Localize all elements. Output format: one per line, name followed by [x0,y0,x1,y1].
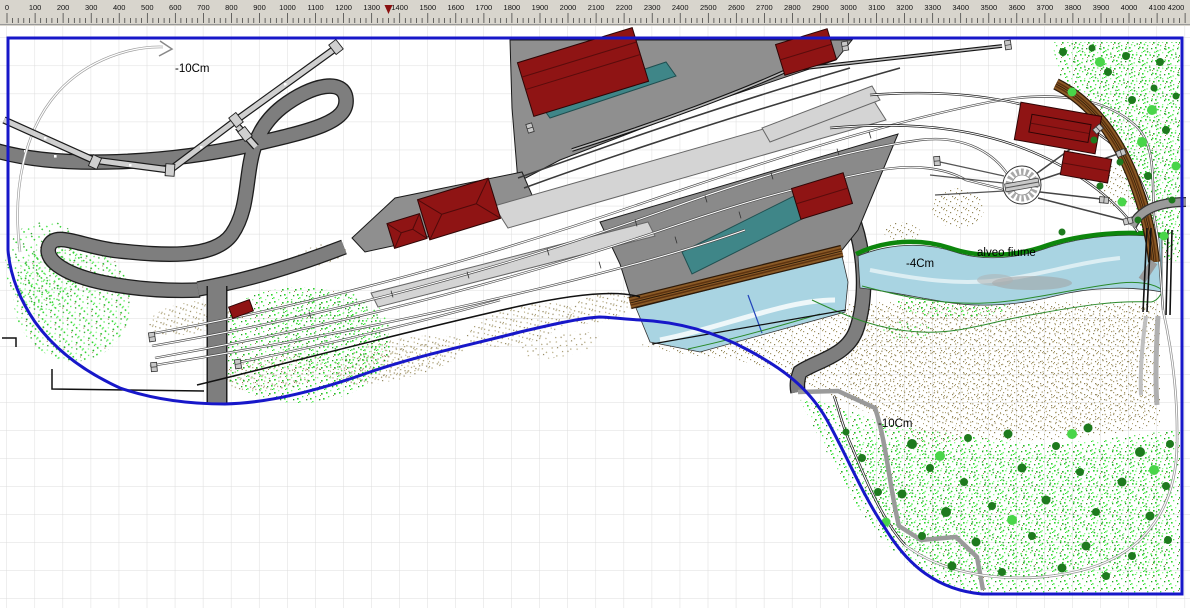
svg-text:4200: 4200 [1168,3,1185,12]
svg-text:2000: 2000 [560,3,577,12]
svg-text:500: 500 [141,3,154,12]
layout-canvas[interactable]: -10Cm -4Cm alveo fiume -10Cm 0 100 200 300 4… [0,0,1190,608]
svg-text:3900: 3900 [1093,3,1110,12]
svg-text:2500: 2500 [700,3,717,12]
svg-text:900: 900 [253,3,266,12]
svg-text:1100: 1100 [308,3,324,12]
svg-text:0: 0 [5,3,9,12]
river-name-label: alveo fiume [977,247,1036,259]
svg-text:700: 700 [197,3,210,12]
svg-text:3400: 3400 [952,3,969,12]
svg-text:2900: 2900 [812,3,829,12]
svg-text:3200: 3200 [896,3,913,12]
svg-text:800: 800 [225,3,238,12]
elevation-label-top-left: -10Cm [175,63,210,75]
svg-text:3500: 3500 [980,3,997,12]
svg-text:2400: 2400 [672,3,689,12]
svg-text:1800: 1800 [504,3,521,12]
svg-text:300: 300 [85,3,98,12]
svg-text:1900: 1900 [532,3,549,12]
svg-text:3600: 3600 [1008,3,1025,12]
svg-text:1300: 1300 [363,3,380,12]
svg-text:4000: 4000 [1121,3,1138,12]
svg-text:1200: 1200 [335,3,352,12]
svg-text:2600: 2600 [728,3,745,12]
svg-text:1400: 1400 [391,3,408,12]
svg-text:1000: 1000 [279,3,296,12]
svg-text:4100: 4100 [1149,3,1166,12]
ruler[interactable]: 0 100 200 300 400 500 600 700 800 900 1000 1100 1200… [0,0,1190,26]
river-depth-label: -4Cm [906,258,934,270]
track-plan-app: -10Cm -4Cm alveo fiume -10Cm 0 100 200 300 4… [0,0,1190,608]
svg-text:3000: 3000 [840,3,857,12]
svg-text:3300: 3300 [924,3,941,12]
svg-text:2800: 2800 [784,3,801,12]
svg-text:200: 200 [57,3,70,12]
svg-text:1700: 1700 [476,3,493,12]
svg-text:2200: 2200 [616,3,633,12]
svg-text:600: 600 [169,3,182,12]
svg-text:100: 100 [29,3,42,12]
svg-text:400: 400 [113,3,126,12]
elevation-label-bottom: -10Cm [878,418,913,430]
svg-text:2700: 2700 [756,3,773,12]
svg-text:2100: 2100 [588,3,605,12]
svg-text:3700: 3700 [1037,3,1054,12]
svg-text:3800: 3800 [1065,3,1082,12]
svg-text:1600: 1600 [447,3,464,12]
svg-text:2300: 2300 [644,3,661,12]
turntable [1003,166,1041,204]
svg-text:3100: 3100 [868,3,885,12]
svg-text:1500: 1500 [419,3,436,12]
